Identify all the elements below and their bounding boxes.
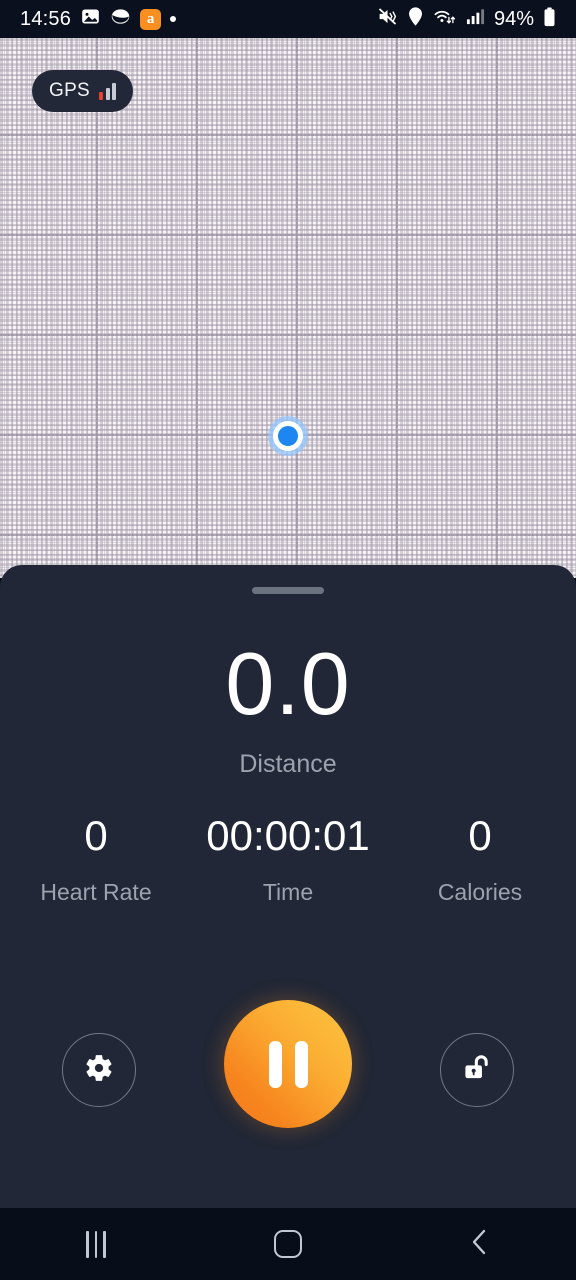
distance-label: Distance	[239, 750, 337, 778]
gear-icon	[83, 1052, 115, 1089]
heart-rate-value: 0	[84, 812, 108, 859]
phone-screen: 14:56 a 94% GPS 0.0 Distance 0 Heart Rat…	[0, 0, 576, 1280]
lock-button[interactable]	[440, 1033, 514, 1107]
stat-calories: 0 Calories	[384, 815, 576, 906]
mute-vibrate-icon	[377, 6, 398, 32]
sheet-drag-handle[interactable]	[252, 587, 324, 594]
android-navigation-bar	[0, 1208, 576, 1280]
status-bar-right: 94%	[377, 6, 556, 32]
distance-value: 0.0	[225, 634, 351, 733]
status-bar-clock: 14:56	[20, 7, 72, 30]
settings-button[interactable]	[62, 1033, 136, 1107]
calories-label: Calories	[437, 879, 523, 905]
map-view[interactable]: GPS	[0, 38, 576, 578]
wifi-transfer-icon	[433, 6, 457, 32]
recents-icon	[86, 1230, 106, 1258]
pause-button[interactable]	[224, 1000, 352, 1128]
app-orange-badge-icon: a	[140, 8, 162, 30]
back-chevron-icon	[467, 1227, 493, 1262]
app-badge-letter: a	[146, 10, 155, 27]
distance-block: 0.0 Distance	[0, 640, 576, 779]
unlocked-padlock-icon	[461, 1052, 493, 1089]
samsung-internet-icon	[110, 6, 131, 32]
map-grid-major-lines	[0, 38, 576, 578]
status-dot-icon	[170, 16, 177, 22]
gps-signal-bars-icon	[99, 82, 117, 100]
gps-label: GPS	[49, 80, 91, 101]
location-pin-icon	[407, 6, 424, 32]
time-value: 00:00:01	[206, 812, 370, 859]
cellular-signal-icon	[466, 7, 485, 31]
stats-row: 0 Heart Rate 00:00:01 Time 0 Calories	[0, 815, 576, 906]
battery-icon	[543, 6, 556, 32]
gps-status-badge[interactable]: GPS	[32, 70, 134, 112]
home-icon	[274, 1230, 302, 1258]
workout-stats-panel: 0.0 Distance 0 Heart Rate 00:00:01 Time …	[0, 565, 576, 1208]
battery-percentage: 94%	[493, 7, 534, 30]
workout-controls	[0, 1000, 576, 1140]
pause-icon-bar-right	[294, 1040, 308, 1088]
heart-rate-label: Heart Rate	[40, 879, 152, 905]
location-marker-core	[278, 426, 298, 446]
calories-value: 0	[468, 812, 492, 859]
status-bar-left: 14:56 a	[20, 6, 177, 32]
time-label: Time	[262, 879, 314, 905]
pause-icon-bar-left	[268, 1040, 282, 1088]
stat-heart-rate: 0 Heart Rate	[0, 815, 192, 906]
nav-home-button[interactable]	[192, 1208, 384, 1280]
gallery-icon	[80, 6, 101, 32]
nav-recents-button[interactable]	[0, 1208, 192, 1280]
status-bar: 14:56 a 94%	[0, 0, 576, 38]
stat-time: 00:00:01 Time	[192, 815, 384, 906]
nav-back-button[interactable]	[384, 1208, 576, 1280]
